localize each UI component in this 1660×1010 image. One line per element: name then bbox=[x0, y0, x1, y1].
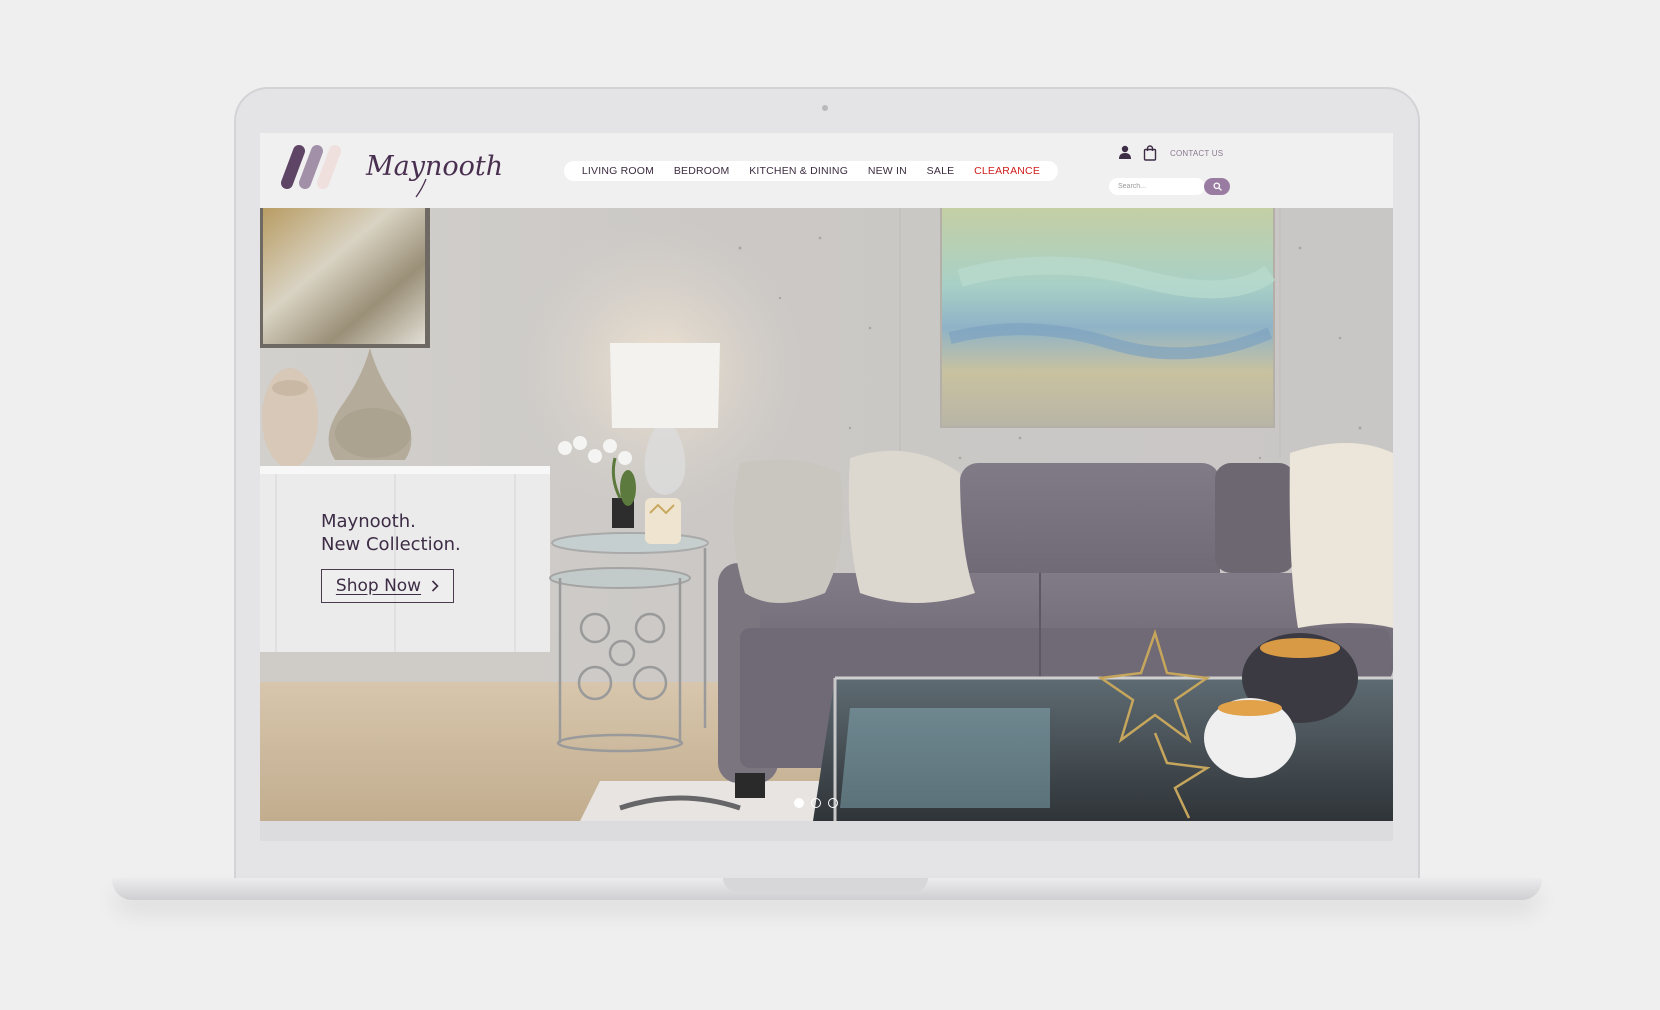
brand-logo-wordmark[interactable]: Maynooth bbox=[364, 139, 504, 199]
shop-now-button[interactable]: Shop Now bbox=[321, 569, 454, 603]
nav-item-sale[interactable]: SALE bbox=[927, 165, 955, 177]
search-icon bbox=[1212, 182, 1222, 191]
nav-item-living-room[interactable]: LIVING ROOM bbox=[582, 165, 654, 177]
carousel-dot-2[interactable] bbox=[811, 798, 821, 808]
brand-logo-mark[interactable] bbox=[278, 143, 350, 191]
nav-item-clearance[interactable]: CLEARANCE bbox=[974, 165, 1040, 177]
hero-headline: Maynooth. New Collection. bbox=[321, 510, 461, 556]
carousel-dot-3[interactable] bbox=[828, 798, 838, 808]
search-input[interactable] bbox=[1109, 178, 1205, 195]
laptop-screen: Maynooth LIVING ROOM BEDROOM KITCHEN & D… bbox=[260, 133, 1393, 841]
screen-bottom-bar bbox=[260, 821, 1393, 841]
laptop-camera bbox=[822, 105, 828, 111]
nav-item-kitchen-dining[interactable]: KITCHEN & DINING bbox=[749, 165, 848, 177]
hero-headline-line2: New Collection. bbox=[321, 534, 461, 555]
carousel-indicators bbox=[794, 798, 838, 808]
brand-name: Maynooth bbox=[365, 151, 503, 182]
user-icon[interactable] bbox=[1118, 145, 1132, 159]
contact-us-link[interactable]: CONTACT US bbox=[1170, 149, 1223, 158]
search-button[interactable] bbox=[1204, 178, 1230, 195]
hero-headline-line1: Maynooth. bbox=[321, 511, 416, 532]
shopping-bag-icon[interactable] bbox=[1143, 145, 1157, 161]
shop-now-label: Shop Now bbox=[335, 576, 422, 596]
chevron-right-icon bbox=[432, 580, 439, 592]
nav-item-new-in[interactable]: NEW IN bbox=[868, 165, 907, 177]
nav-item-bedroom[interactable]: BEDROOM bbox=[674, 165, 730, 177]
site-header: Maynooth LIVING ROOM BEDROOM KITCHEN & D… bbox=[260, 133, 1393, 208]
carousel-dot-1[interactable] bbox=[794, 798, 804, 808]
laptop-notch bbox=[723, 878, 928, 892]
hero-banner: Maynooth. New Collection. Shop Now bbox=[260, 208, 1393, 821]
main-nav: LIVING ROOM BEDROOM KITCHEN & DINING NEW… bbox=[564, 161, 1058, 181]
